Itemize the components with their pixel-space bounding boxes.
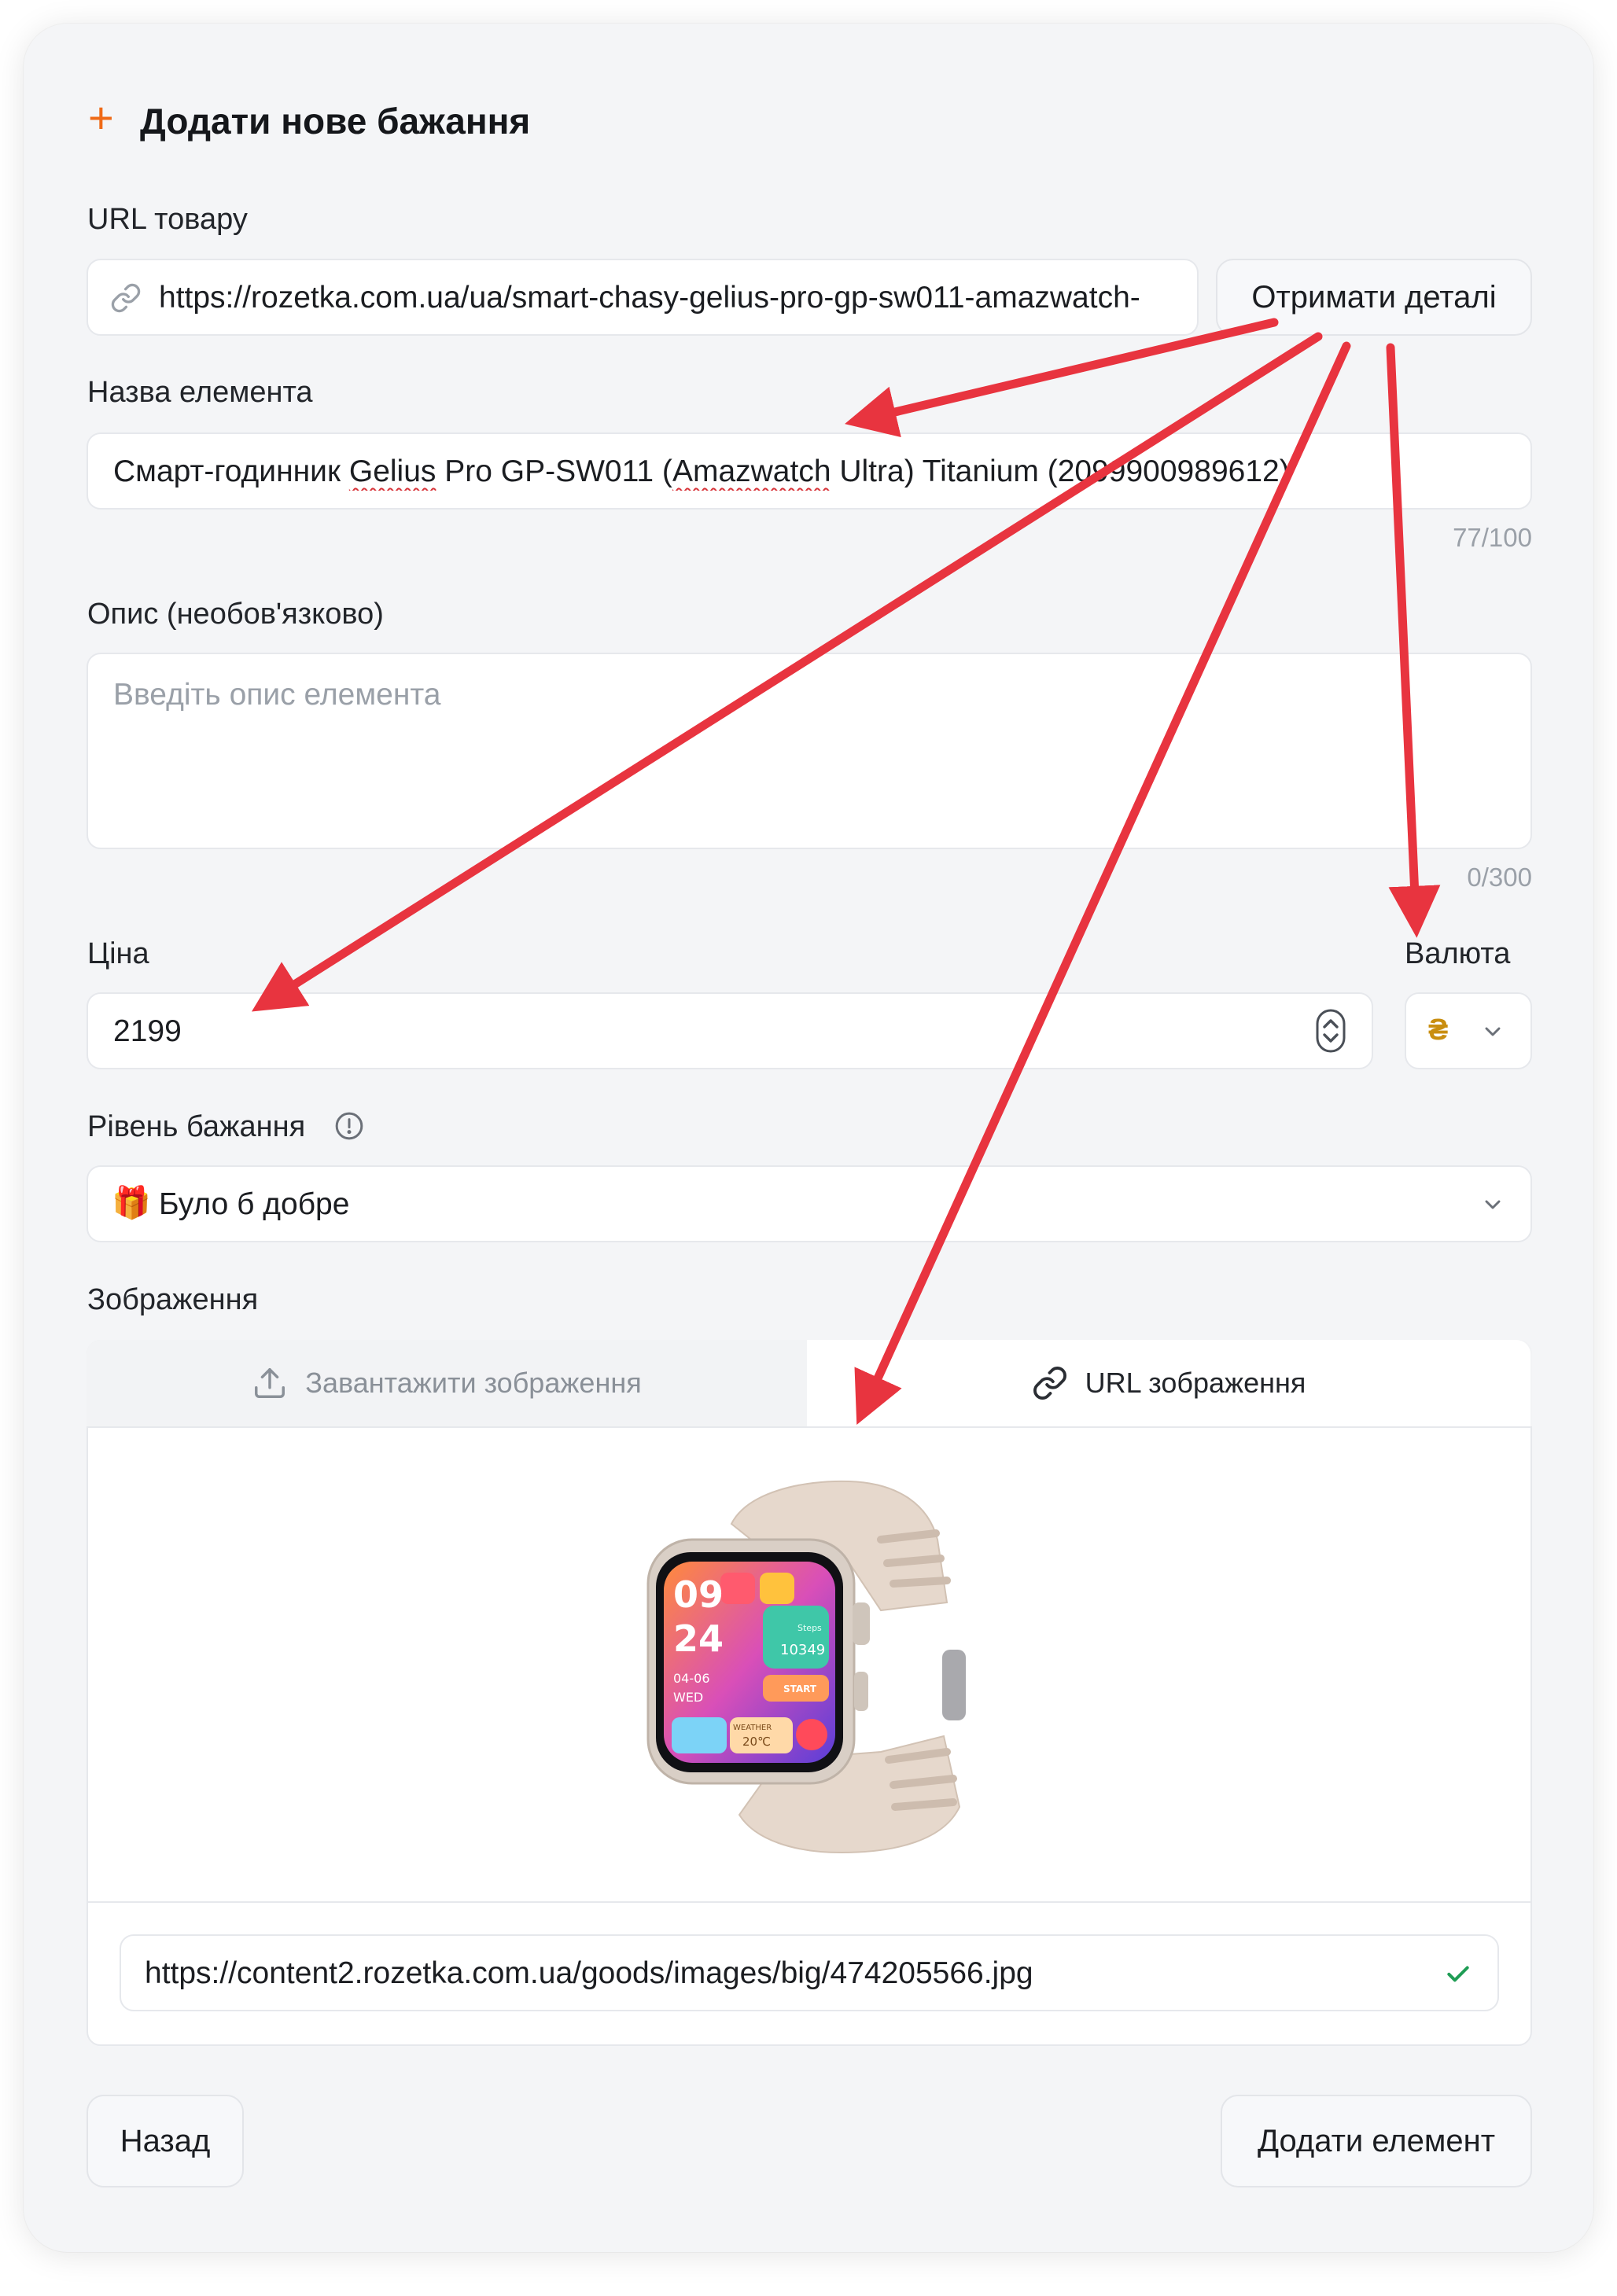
watch-hour: 09 (673, 1573, 724, 1616)
page-title: Додати нове бажання (140, 101, 531, 142)
item-name-part: Смарт-годинник (113, 454, 349, 488)
description-placeholder: Введіть опис елемента (113, 678, 441, 712)
name-counter: 77/100 (1453, 523, 1532, 552)
image-panel-divider (88, 1901, 1530, 1903)
check-icon (1442, 1958, 1474, 1993)
product-url-value: https://rozetka.com.ua/ua/smart-chasy-ge… (159, 281, 1140, 315)
currency-select[interactable]: ₴ (1405, 992, 1532, 1069)
item-name-field[interactable]: Смарт-годинник Gelius Pro GP-SW011 (Amaz… (87, 432, 1532, 510)
fetch-details-button[interactable]: Отримати деталі (1216, 259, 1532, 336)
description-counter: 0/300 (1467, 863, 1532, 892)
tab-image-url[interactable]: URL зображення (807, 1340, 1530, 1426)
plus-icon: + (88, 93, 114, 142)
back-button[interactable]: Назад (87, 2095, 244, 2187)
currency-label: Валюта (1405, 937, 1511, 970)
tab-upload-image[interactable]: Завантажити зображення (87, 1340, 807, 1426)
number-stepper-icon[interactable] (1315, 1008, 1346, 1054)
item-name-part-gelius: Gelius (348, 454, 436, 488)
watch-steps: 10349 (780, 1642, 825, 1658)
watch-temperature: 20℃ (742, 1735, 771, 1749)
add-item-button[interactable]: Додати елемент (1221, 2095, 1532, 2187)
image-url-value: https://content2.rozetka.com.ua/goods/im… (145, 1956, 1033, 1990)
image-label: Зображення (87, 1283, 259, 1316)
link-icon (110, 282, 142, 314)
price-value: 2199 (113, 1014, 182, 1048)
tab-url-label: URL зображення (1085, 1367, 1306, 1399)
tab-upload-label: Завантажити зображення (305, 1367, 642, 1399)
price-label: Ціна (87, 937, 149, 970)
watch-steps-label: Steps (797, 1623, 822, 1633)
watch-weather-label: WEATHER (733, 1724, 772, 1732)
desire-level-value: Було б добре (159, 1187, 350, 1221)
description-textarea[interactable]: Введіть опис елемента (87, 653, 1532, 849)
upload-icon (252, 1365, 288, 1401)
watch-date: 04-06 (673, 1671, 710, 1686)
chevron-down-icon (1480, 1192, 1505, 1221)
product-image: 09 24 04-06 WED Steps 10349 START WEATHE… (645, 1477, 974, 1854)
desire-level-label: Рівень бажання (87, 1110, 306, 1143)
chevron-down-icon (1480, 1019, 1505, 1048)
image-url-input[interactable]: https://content2.rozetka.com.ua/goods/im… (120, 1934, 1499, 2011)
watch-day: WED (673, 1690, 703, 1705)
product-url-field[interactable]: https://rozetka.com.ua/ua/smart-chasy-ge… (87, 259, 1199, 336)
url-label: URL товару (87, 203, 248, 236)
watch-start: START (783, 1683, 817, 1694)
description-label: Опис (необов'язково) (87, 598, 384, 631)
watch-minute: 24 (673, 1617, 724, 1660)
price-input[interactable]: 2199 (87, 992, 1373, 1069)
gift-icon: 🎁 (112, 1186, 151, 1220)
link-icon (1032, 1365, 1068, 1401)
name-label: Назва елемента (87, 376, 313, 409)
item-name-part: Ultra) Titanium (2099900989612) (831, 454, 1290, 488)
info-icon[interactable] (333, 1110, 365, 1146)
item-name-value: Смарт-годинник Gelius Pro GP-SW011 (Amaz… (113, 453, 1513, 491)
desire-level-select[interactable]: 🎁 Було б добре (87, 1165, 1532, 1242)
item-name-part: Pro GP-SW011 ( (436, 454, 672, 488)
currency-symbol: ₴ (1428, 1014, 1449, 1047)
image-tabs: Завантажити зображення URL зображення (87, 1340, 1532, 1428)
item-name-part-amazwatch: Amazwatch (672, 454, 831, 488)
